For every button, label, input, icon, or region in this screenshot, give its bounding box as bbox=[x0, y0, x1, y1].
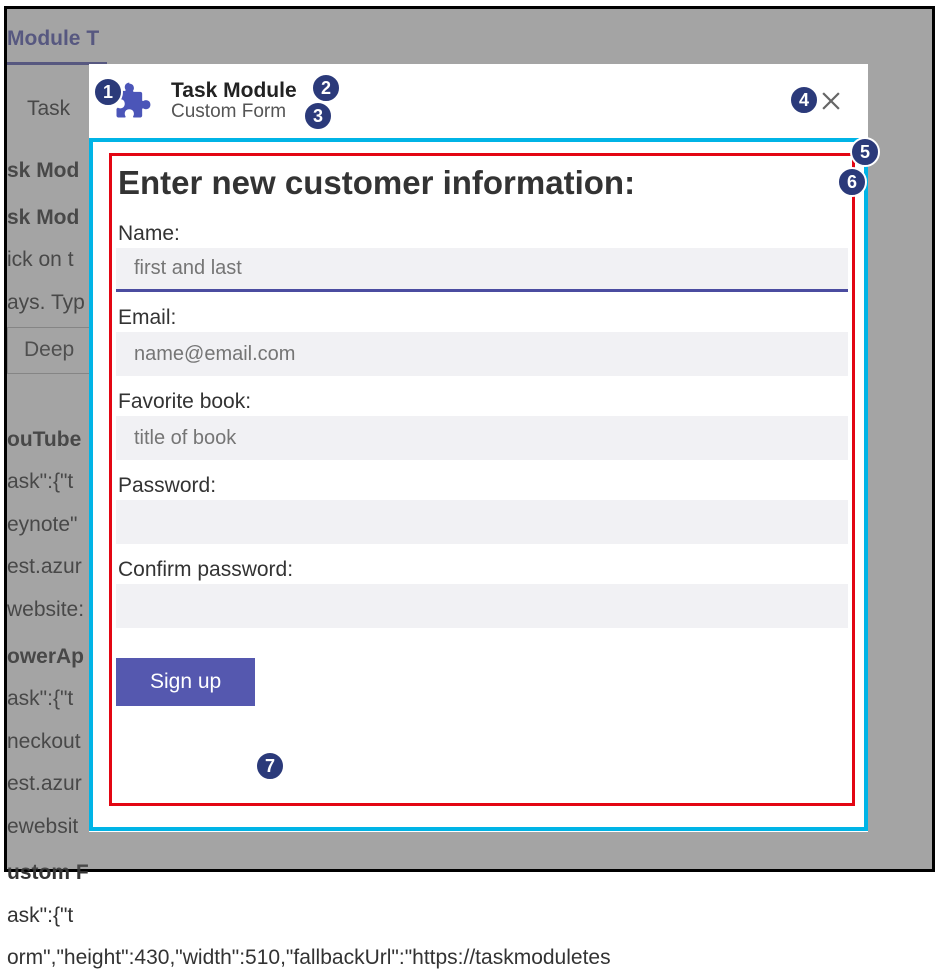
close-icon bbox=[822, 92, 840, 110]
callout-7: 7 bbox=[255, 751, 285, 781]
name-label: Name: bbox=[116, 222, 848, 246]
email-input[interactable] bbox=[116, 332, 848, 376]
callout-2: 2 bbox=[311, 73, 341, 103]
callout-4: 4 bbox=[789, 85, 819, 115]
form-heading: Enter new customer information: bbox=[116, 164, 848, 202]
callout-6: 6 bbox=[837, 167, 867, 197]
task-module-iframe-area: Enter new customer information: Name: Em… bbox=[89, 138, 868, 831]
close-button[interactable] bbox=[818, 88, 844, 114]
signup-button[interactable]: Sign up bbox=[116, 658, 255, 706]
modal-header: Task Module Custom Form bbox=[89, 64, 868, 138]
password-input[interactable] bbox=[116, 500, 848, 544]
callout-3: 3 bbox=[303, 101, 333, 131]
app-subtitle: Custom Form bbox=[171, 101, 818, 123]
confirm-password-label: Confirm password: bbox=[116, 558, 848, 582]
confirm-password-input[interactable] bbox=[116, 584, 848, 628]
password-label: Password: bbox=[116, 474, 848, 498]
app-title: Task Module bbox=[171, 79, 818, 103]
email-label: Email: bbox=[116, 306, 848, 330]
task-module-dialog: Task Module Custom Form Enter new custom… bbox=[89, 64, 868, 832]
book-input[interactable] bbox=[116, 416, 848, 460]
callout-1: 1 bbox=[93, 77, 123, 107]
name-input[interactable] bbox=[116, 248, 848, 292]
book-label: Favorite book: bbox=[116, 390, 848, 414]
task-module-content: Enter new customer information: Name: Em… bbox=[109, 153, 855, 806]
callout-5: 5 bbox=[850, 137, 880, 167]
